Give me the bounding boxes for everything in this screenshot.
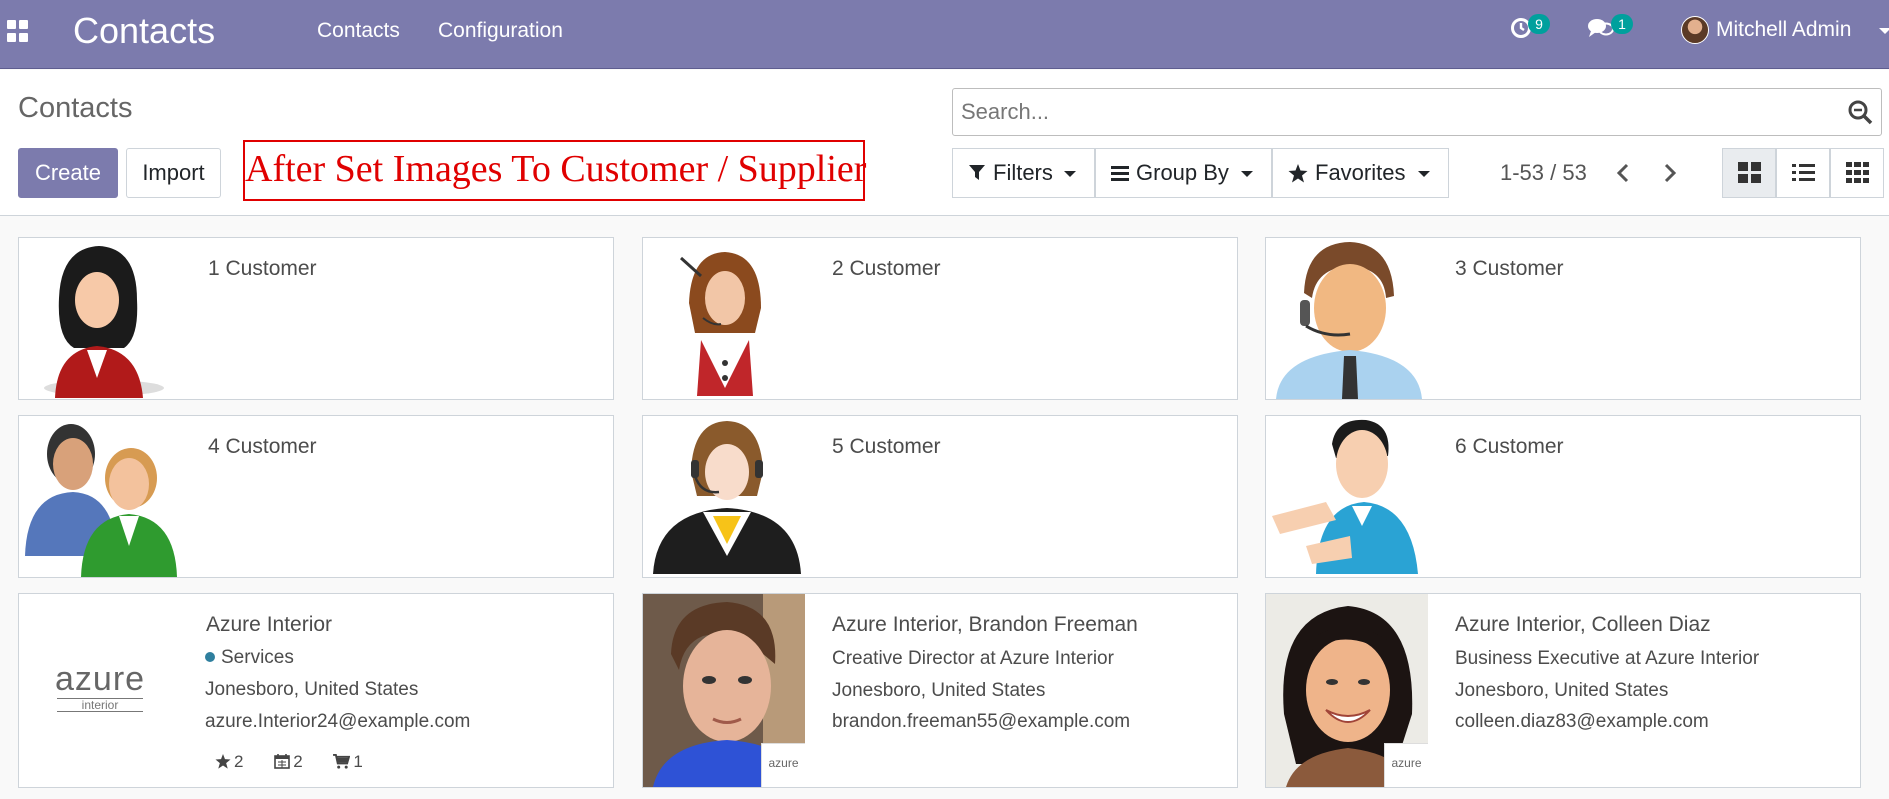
female-customer-red-icon — [19, 238, 181, 399]
contact-name: 1 Customer — [208, 257, 317, 280]
company-logo: azure interior — [55, 662, 145, 718]
contact-name: 5 Customer — [832, 435, 941, 458]
list-view-button[interactable] — [1776, 148, 1830, 198]
contact-card[interactable]: 2 Customer — [642, 237, 1238, 400]
company-mini-logo: azure — [1384, 743, 1428, 787]
contact-function: Business Executive at Azure Interior — [1455, 648, 1760, 669]
contact-name: Azure Interior, Brandon Freeman — [832, 613, 1138, 636]
list-view-icon — [1792, 164, 1815, 181]
contact-card[interactable]: azure interior Azure Interior Services J… — [18, 593, 614, 788]
contact-card[interactable]: 3 Customer — [1265, 237, 1861, 400]
kanban-view: 1 Customer 2 Customer 3 Customer 4 Custo… — [0, 217, 1889, 799]
contact-name: 4 Customer — [208, 435, 317, 458]
contact-email: azure.Interior24@example.com — [205, 711, 471, 732]
main-navbar: Contacts Contacts Configuration 9 1 Mitc… — [0, 0, 1889, 69]
pager-previous-button[interactable] — [1608, 158, 1638, 188]
colleen-diaz-photo: azure — [1266, 594, 1428, 787]
favorites-dropdown[interactable]: Favorites — [1272, 148, 1449, 198]
contact-location: Jonesboro, United States — [832, 680, 1046, 701]
groupby-label: Group By — [1136, 160, 1229, 185]
calendar-icon — [274, 754, 291, 769]
annotation-label: After Set Images To Customer / Supplier — [243, 140, 866, 201]
kanban-view-icon — [1738, 162, 1761, 183]
cart-icon — [333, 754, 351, 769]
caret-down-icon — [1418, 171, 1430, 177]
star-icon — [1288, 164, 1308, 183]
contact-location: Jonesboro, United States — [205, 679, 419, 700]
male-presenting-customer-icon — [1266, 416, 1428, 577]
activity-count-badge: 9 — [1528, 14, 1550, 34]
search-bar — [952, 88, 1882, 136]
contact-email: brandon.freeman55@example.com — [832, 711, 1131, 732]
azure-interior-logo: azure interior — [19, 594, 181, 787]
company-mini-logo: azure — [761, 743, 805, 787]
favorites-label: Favorites — [1315, 160, 1406, 185]
bars-icon — [1111, 166, 1129, 181]
pager-value[interactable]: 1-53 / 53 — [1500, 160, 1587, 186]
contact-card[interactable]: 6 Customer — [1265, 415, 1861, 578]
contact-name: 3 Customer — [1455, 257, 1564, 280]
female-support-agent-icon — [643, 416, 805, 577]
app-brand[interactable]: Contacts — [73, 10, 215, 52]
messaging-menu[interactable]: 1 — [1587, 12, 1637, 46]
contact-stats: 2 2 1 — [215, 752, 389, 772]
control-panel: Contacts Create Import After Set Images … — [0, 70, 1889, 216]
create-button[interactable]: Create — [18, 148, 118, 198]
contact-card[interactable]: azure Azure Interior, Colleen Diaz Busin… — [1265, 593, 1861, 788]
groupby-dropdown[interactable]: Group By — [1095, 148, 1272, 198]
contact-location: Jonesboro, United States — [1455, 680, 1669, 701]
user-avatar — [1681, 16, 1709, 44]
contact-card[interactable]: azure Azure Interior, Brandon Freeman Cr… — [642, 593, 1238, 788]
contact-function: Creative Director at Azure Interior — [832, 648, 1114, 669]
contact-name: 6 Customer — [1455, 435, 1564, 458]
filters-label: Filters — [993, 160, 1053, 185]
grid-view-button[interactable] — [1830, 148, 1884, 198]
contact-email: colleen.diaz83@example.com — [1455, 711, 1709, 732]
menu-contacts[interactable]: Contacts — [317, 19, 400, 43]
male-headset-agent-icon — [1266, 238, 1428, 399]
chevron-right-icon — [1664, 163, 1677, 183]
menu-configuration[interactable]: Configuration — [438, 19, 563, 43]
contact-card[interactable]: 5 Customer — [642, 415, 1238, 578]
kanban-view-button[interactable] — [1722, 148, 1776, 198]
contact-card[interactable]: 4 Customer — [18, 415, 614, 578]
contact-name: Azure Interior, Colleen Diaz — [1455, 613, 1711, 636]
contact-tag: Services — [205, 646, 294, 670]
star-icon — [215, 754, 231, 769]
breadcrumb: Contacts — [18, 92, 133, 124]
contact-name: Azure Interior — [206, 613, 333, 636]
logo-text: azure — [55, 660, 146, 698]
meetings-stat[interactable]: 2 — [274, 752, 303, 772]
logo-subtext: interior — [57, 698, 143, 712]
caret-down-icon — [1879, 28, 1889, 34]
messages-count-badge: 1 — [1611, 14, 1633, 34]
search-input[interactable] — [961, 95, 1841, 129]
apps-menu-icon[interactable] — [7, 20, 29, 42]
contact-name: 2 Customer — [832, 257, 941, 280]
search-icon[interactable] — [1847, 99, 1873, 125]
female-headset-customer-icon — [643, 238, 805, 399]
activity-menu[interactable]: 9 — [1510, 12, 1560, 46]
import-button[interactable]: Import — [126, 148, 221, 198]
caret-down-icon — [1064, 171, 1076, 177]
user-name: Mitchell Admin — [1716, 18, 1852, 41]
tag-label: Services — [221, 647, 294, 668]
caret-down-icon — [1241, 171, 1253, 177]
sales-stat[interactable]: 1 — [333, 752, 363, 772]
contact-card[interactable]: 1 Customer — [18, 237, 614, 400]
filters-dropdown[interactable]: Filters — [952, 148, 1095, 198]
opportunities-stat[interactable]: 2 — [215, 752, 243, 772]
brandon-freeman-photo: azure — [643, 594, 805, 787]
filter-icon — [969, 165, 985, 180]
grid-view-icon — [1846, 162, 1869, 183]
chevron-left-icon — [1616, 163, 1629, 183]
couple-customers-icon — [19, 416, 181, 577]
pager-next-button[interactable] — [1655, 158, 1685, 188]
tag-color-dot — [205, 652, 215, 662]
